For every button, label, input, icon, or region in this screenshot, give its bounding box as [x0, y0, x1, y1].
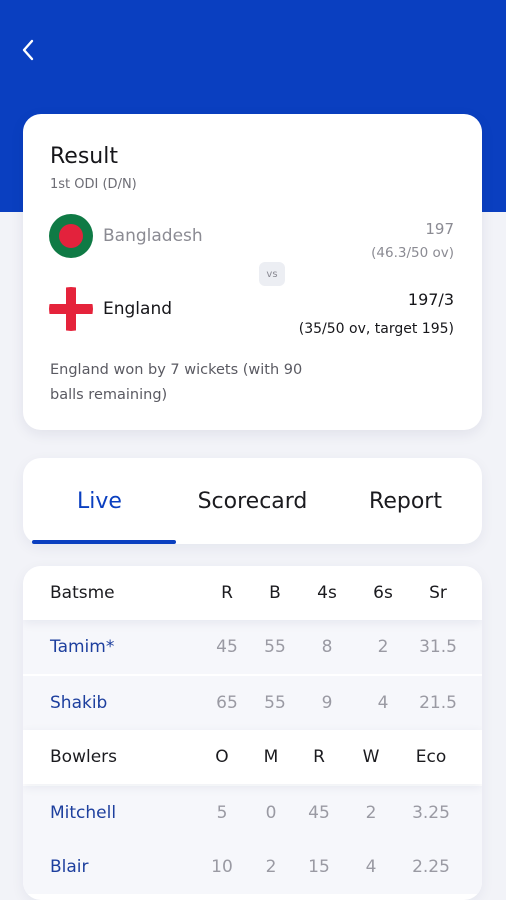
table-row[interactable]: Tamim* 45 55 8 2 31.5 [23, 620, 482, 674]
team-england: England [49, 287, 172, 331]
team2-overs: (35/50 ov, target 195) [298, 321, 454, 337]
bowler-maidens: 2 [265, 857, 277, 877]
header-wickets: W [362, 747, 380, 767]
match-subtitle: 1st ODI (D/N) [50, 177, 137, 192]
team1-name: Bangladesh [103, 226, 203, 246]
header-runs-conceded: R [313, 747, 325, 767]
result-title: Result [50, 144, 118, 169]
batsman-strike-rate: 31.5 [419, 637, 457, 657]
result-summary: England won by 7 wickets (with 90 balls … [50, 362, 303, 403]
table-row[interactable]: Blair 10 2 15 4 2.25 [23, 840, 482, 894]
vs-badge: vs [259, 262, 285, 286]
bowler-wickets: 2 [365, 803, 377, 823]
bowler-runs: 15 [308, 857, 330, 877]
batsman-name[interactable]: Tamim* [50, 637, 114, 657]
england-flag-icon [49, 287, 93, 331]
bowler-overs: 10 [211, 857, 233, 877]
batsman-sixes: 4 [377, 693, 389, 713]
bowler-name[interactable]: Mitchell [50, 803, 116, 823]
header-balls: B [269, 583, 281, 603]
bowler-runs: 45 [308, 803, 330, 823]
bowler-overs: 5 [216, 803, 228, 823]
tab-report[interactable]: Report [329, 458, 482, 544]
table-row[interactable]: Shakib 65 55 9 4 21.5 [23, 676, 482, 730]
header-strike-rate: Sr [429, 583, 447, 603]
batsman-balls: 55 [264, 693, 286, 713]
batsman-runs: 65 [216, 693, 238, 713]
bowler-maidens: 0 [265, 803, 277, 823]
batsman-balls: 55 [264, 637, 286, 657]
team1-overs: (46.3/50 ov) [371, 245, 454, 261]
batting-header-row: Batsme R B 4s 6s Sr [23, 566, 482, 620]
header-batsmen: Batsme [50, 583, 115, 603]
header-bowlers: Bowlers [50, 747, 117, 767]
live-score-table: Batsme R B 4s 6s Sr Tamim* 45 55 8 2 31.… [23, 566, 482, 900]
bowler-economy: 2.25 [412, 857, 450, 877]
tab-bar: Live Scorecard Report [23, 458, 482, 544]
back-button[interactable] [14, 34, 42, 66]
header-economy: Eco [415, 747, 447, 767]
table-row[interactable]: Mitchell 5 0 45 2 3.25 [23, 786, 482, 840]
header-sixes: 6s [373, 583, 393, 603]
bowler-economy: 3.25 [412, 803, 450, 823]
bangladesh-flag-icon [49, 214, 93, 258]
batsman-runs: 45 [216, 637, 238, 657]
match-result-card: Result 1st ODI (D/N) Bangladesh 197 (46.… [23, 114, 482, 430]
team-bangladesh: Bangladesh [49, 214, 203, 258]
team1-score: 197 [425, 220, 454, 238]
header-maidens: M [263, 747, 279, 767]
batsman-fours: 8 [321, 637, 333, 657]
bowler-wickets: 4 [365, 857, 377, 877]
active-tab-indicator [32, 540, 176, 544]
batsman-name[interactable]: Shakib [50, 693, 107, 713]
team2-score: 197/3 [407, 290, 454, 309]
bowler-name[interactable]: Blair [50, 857, 89, 877]
tab-scorecard[interactable]: Scorecard [176, 458, 329, 544]
tab-live[interactable]: Live [23, 458, 176, 544]
header-fours: 4s [317, 583, 337, 603]
bowling-header-row: Bowlers O M R W Eco [23, 730, 482, 784]
batsman-fours: 9 [321, 693, 333, 713]
chevron-left-icon [22, 39, 34, 61]
header-runs: R [221, 583, 233, 603]
header-overs: O [215, 747, 229, 767]
batsman-strike-rate: 21.5 [419, 693, 457, 713]
team2-name: England [103, 299, 173, 319]
batsman-sixes: 2 [377, 637, 389, 657]
